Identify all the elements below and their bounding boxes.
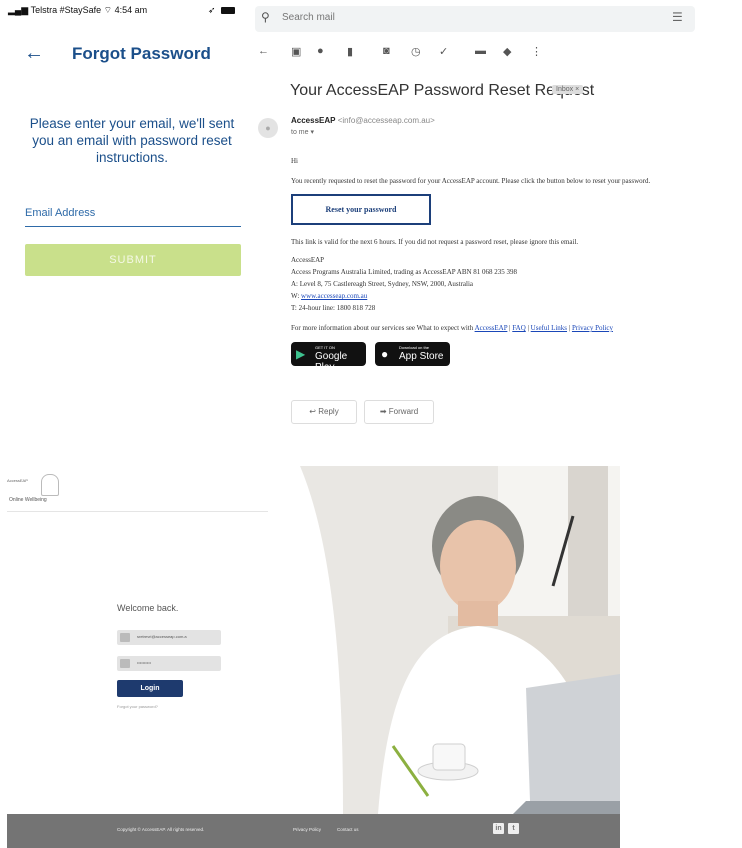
- arrow-left-icon[interactable]: ←: [24, 42, 44, 65]
- sender-avatar: ●: [258, 118, 278, 138]
- app-store-button[interactable]: ● Download on the App Store: [375, 342, 450, 366]
- password-input[interactable]: ••••••••••: [117, 656, 221, 671]
- apple-icon: ●: [381, 347, 389, 361]
- archive-icon[interactable]: ▣: [291, 45, 301, 58]
- signature-web-prefix: W:: [291, 292, 302, 300]
- instructions-text: Please enter your email, we'll sent you …: [29, 116, 235, 165]
- signal-icon: ▂▄▆: [8, 5, 29, 15]
- login-button[interactable]: Login: [117, 680, 183, 697]
- copyright-text: Copyright © AccessEAP. All rights reserv…: [117, 827, 205, 832]
- email-field-underline: [25, 226, 241, 227]
- carrier-label: Telstra #StaySafe: [30, 5, 102, 15]
- google-play-icon: ▶: [296, 347, 306, 361]
- status-bar-left: ▂▄▆ Telstra #StaySafe ⌔ 4:54 am: [8, 5, 147, 16]
- email-intro: You recently requested to reset the pass…: [291, 177, 651, 185]
- filter-options-icon[interactable]: ☰: [672, 10, 683, 24]
- email-input[interactable]: sretrevri@accesseap.com.a: [117, 630, 221, 645]
- google-play-button[interactable]: ▶ GET IT ON Google Play: [291, 342, 366, 373]
- contact-us-link[interactable]: Contact us: [337, 827, 359, 832]
- forward-button[interactable]: ➡ Forward: [364, 400, 434, 424]
- app-store-small-text: Download on the: [399, 345, 430, 350]
- signature-org: AccessEAP: [291, 256, 325, 264]
- reply-icon: ↩: [309, 407, 316, 416]
- report-spam-icon[interactable]: ●: [317, 45, 324, 57]
- add-task-icon[interactable]: ✓: [439, 45, 448, 58]
- search-icon[interactable]: ⚲: [261, 10, 270, 24]
- logo-subtitle: Online Wellbeing: [9, 497, 47, 503]
- logo-text: AccessEAP: [7, 478, 28, 483]
- lock-icon: [120, 659, 130, 668]
- more-info-line: For more information about our services …: [291, 324, 613, 332]
- welcome-heading: Welcome back.: [117, 603, 179, 613]
- page-title: Forgot Password: [72, 44, 211, 63]
- sender-email: <info@accesseap.com.au>: [337, 116, 435, 125]
- status-bar-right: ➶: [208, 5, 236, 16]
- location-icon: ➶: [208, 5, 216, 15]
- hero-photo-illustration: [268, 466, 620, 814]
- sender-name: AccessEAP: [291, 116, 336, 125]
- validity-note: This link is valid for the next 6 hours.…: [291, 238, 579, 246]
- forward-icon: ➡: [379, 407, 387, 416]
- email-subject: Your AccessEAP Password Reset Request: [290, 82, 595, 99]
- email-icon: [120, 633, 130, 642]
- back-arrow-icon[interactable]: ←: [258, 45, 269, 57]
- link-useful-links[interactable]: Useful Links: [531, 324, 567, 332]
- move-to-icon[interactable]: ▬: [475, 45, 486, 57]
- forgot-password-link[interactable]: Forgot your password?: [117, 704, 158, 709]
- sender-line: AccessEAP <info@accesseap.com.au>: [291, 116, 435, 125]
- website-link[interactable]: www.accesseap.com.au: [301, 292, 367, 300]
- link-faq[interactable]: FAQ: [512, 324, 525, 332]
- reset-password-button[interactable]: Reset your password: [291, 194, 431, 225]
- signature-address: A: Level 8, 75 Castlereagh Street, Sydne…: [291, 280, 474, 288]
- label-icon[interactable]: ◆: [503, 45, 511, 58]
- app-store-big-text: App Store: [399, 351, 444, 362]
- link-accesseap[interactable]: AccessEAP: [475, 324, 508, 332]
- delete-icon[interactable]: ▮: [347, 45, 353, 58]
- inbox-label-badge[interactable]: Inbox ×: [552, 85, 584, 94]
- reply-button[interactable]: ↩ Reply: [291, 400, 357, 424]
- mobile-forgot-password-screen: ▂▄▆ Telstra #StaySafe ⌔ 4:54 am ➶ ← Forg…: [0, 0, 253, 300]
- search-input[interactable]: Search mail: [282, 12, 335, 23]
- snooze-icon[interactable]: ◷: [411, 45, 421, 58]
- more-info-prefix: For more information about our services …: [291, 324, 475, 332]
- submit-button[interactable]: SUBMIT: [25, 244, 241, 276]
- linkedin-icon[interactable]: in: [493, 823, 504, 834]
- battery-icon: [221, 7, 236, 15]
- mark-unread-icon[interactable]: ◙: [383, 45, 390, 57]
- google-play-big-text: Google Play: [315, 351, 348, 373]
- google-play-small-text: GET IT ON: [315, 345, 335, 350]
- link-privacy-policy[interactable]: Privacy Policy: [572, 324, 613, 332]
- signature-phone: T: 24-hour line: 1800 818 728: [291, 304, 376, 312]
- hero-photo: [268, 466, 620, 814]
- privacy-policy-link[interactable]: Privacy Policy: [293, 827, 321, 832]
- signature-legal: Access Programs Australia Limited, tradi…: [291, 268, 518, 276]
- site-footer: Copyright © AccessEAP. All rights reserv…: [7, 814, 620, 848]
- logo-mark-icon: [41, 474, 59, 496]
- password-input-value: ••••••••••: [137, 660, 152, 665]
- email-field[interactable]: Email Address: [25, 207, 95, 219]
- recipient-dropdown[interactable]: to me ▾: [291, 128, 314, 136]
- reply-label: Reply: [318, 407, 339, 416]
- signature-web: W: www.accesseap.com.au: [291, 292, 367, 300]
- forward-label: Forward: [388, 407, 419, 416]
- wifi-icon: ⌔: [103, 5, 113, 15]
- twitter-icon[interactable]: t: [508, 823, 519, 834]
- status-time: 4:54 am: [114, 5, 148, 15]
- more-options-icon[interactable]: ⋮: [531, 45, 542, 58]
- email-input-value: sretrevri@accesseap.com.a: [137, 634, 187, 639]
- email-greeting: Hi: [291, 157, 298, 165]
